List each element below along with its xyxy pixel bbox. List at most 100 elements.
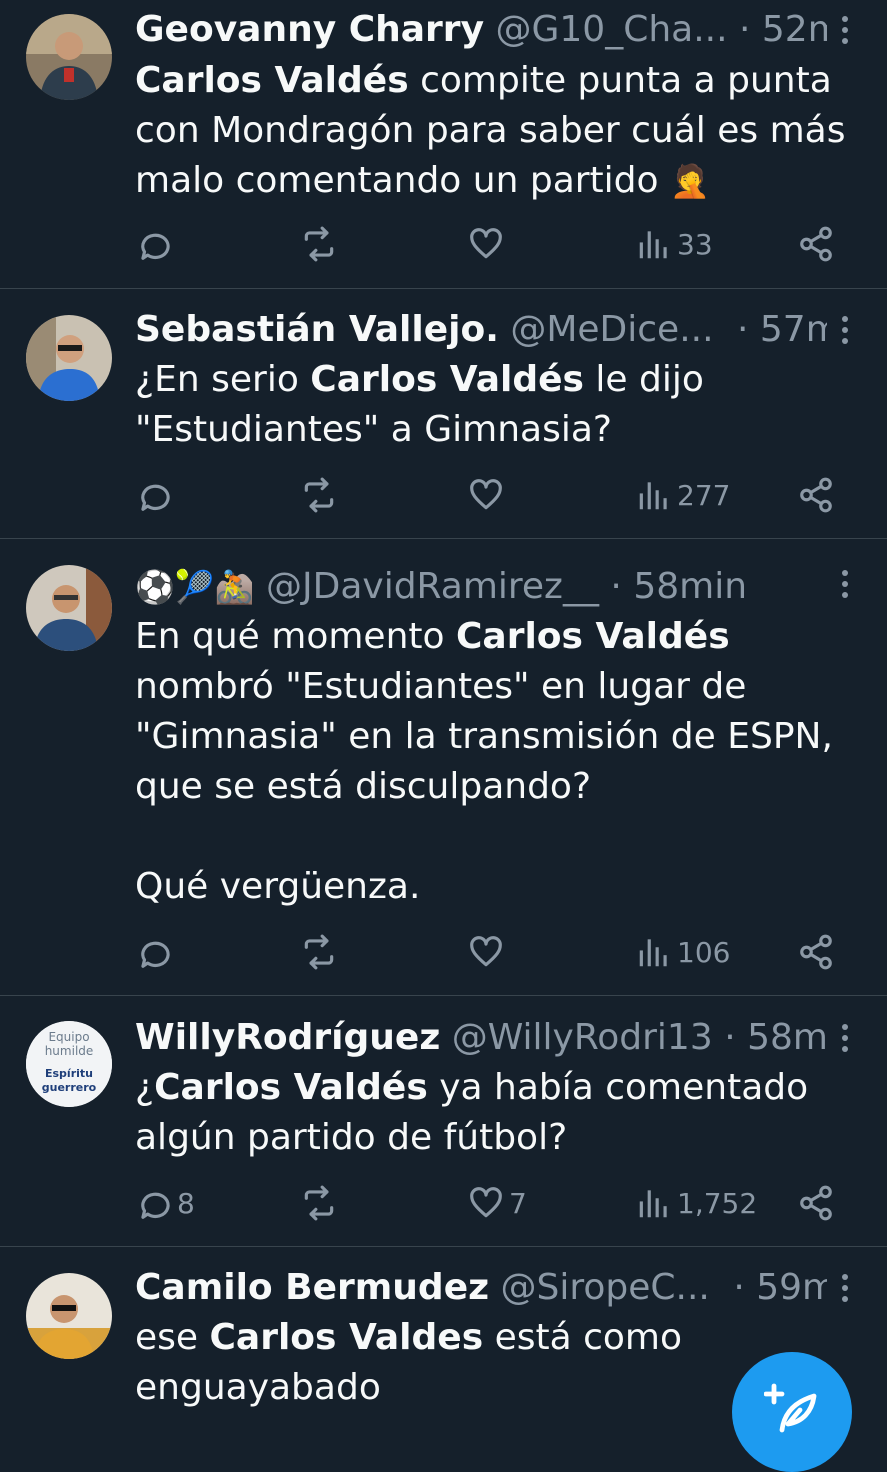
tweet-text: Carlos Valdés compite punta a punta con …	[135, 56, 865, 206]
timestamp[interactable]: 59min	[756, 1267, 827, 1308]
tweet[interactable]: ⚽🎾🚵 @JDavidRamirez__ · 58min En qué mome…	[0, 539, 887, 996]
timestamp[interactable]: 57min	[760, 309, 827, 350]
handle[interactable]: @JDavidRamirez__	[266, 566, 599, 607]
compose-icon	[763, 1352, 820, 1440]
separator: ·	[739, 9, 751, 50]
reply-count: 8	[177, 1186, 195, 1220]
views-button[interactable]: 33	[635, 224, 713, 264]
handle[interactable]: @MeDice...	[510, 309, 713, 350]
share-icon	[797, 225, 835, 263]
tweet-text-part: ¿	[135, 1067, 155, 1108]
avatar[interactable]	[26, 315, 112, 401]
tweet-text: ¿En serio Carlos Valdés le dijo "Estudia…	[135, 355, 865, 455]
tweet-text-part: Carlos Valdés	[154, 1067, 428, 1108]
share-icon	[797, 1184, 835, 1222]
avatar[interactable]	[26, 14, 112, 100]
avatar[interactable]	[26, 1273, 112, 1359]
tweet-header: Sebastián Vallejo. @MeDice... · 57min	[135, 306, 827, 354]
more-icon[interactable]	[833, 10, 857, 50]
reply-button[interactable]	[135, 475, 177, 515]
retweet-button[interactable]	[300, 932, 342, 972]
avatar[interactable]	[26, 565, 112, 651]
tweet-text: En qué momento Carlos Valdés nombró "Est…	[135, 612, 865, 912]
tweet-header: Camilo Bermudez @SiropeC... · 59min	[135, 1264, 827, 1312]
like-button[interactable]: 7	[467, 1183, 527, 1223]
retweet-button[interactable]	[300, 1183, 342, 1223]
views-icon	[635, 933, 673, 971]
like-button[interactable]	[467, 932, 509, 972]
display-name[interactable]: Camilo Bermudez	[135, 1267, 489, 1308]
tweet-actions: 33	[135, 224, 835, 264]
share-icon	[797, 933, 835, 971]
timestamp[interactable]: 58min	[747, 1017, 827, 1058]
retweet-button[interactable]	[300, 224, 342, 264]
reply-icon	[135, 933, 173, 971]
tweet-header: ⚽🎾🚵 @JDavidRamirez__ · 58min	[135, 563, 827, 611]
tweet-header: Geovanny Charry @G10_Cha... · 52min	[135, 6, 827, 54]
tweet-text-part: ¿En serio	[135, 359, 311, 400]
views-icon	[635, 1184, 673, 1222]
reply-icon	[135, 476, 173, 514]
retweet-icon	[300, 1184, 338, 1222]
views-button[interactable]: 277	[635, 475, 730, 515]
avatar[interactable]: Equipo humilde Espíritu guerrero	[26, 1021, 112, 1107]
heart-icon	[467, 933, 505, 971]
tweet-text: ¿Carlos Valdés ya había comentado algún …	[135, 1063, 865, 1163]
retweet-icon	[300, 225, 338, 263]
tweet-text-part: Carlos Valdés	[310, 359, 584, 400]
share-button[interactable]	[797, 475, 835, 515]
reply-button[interactable]: 8	[135, 1183, 195, 1223]
tweet-text-part: ese	[135, 1317, 210, 1358]
more-icon[interactable]	[833, 1018, 857, 1058]
views-count: 1,752	[677, 1186, 758, 1220]
more-icon[interactable]	[833, 564, 857, 604]
more-icon[interactable]	[833, 1268, 857, 1308]
separator: ·	[733, 1267, 745, 1308]
share-button[interactable]	[797, 1183, 835, 1223]
facepalm-emoji: 🤦	[670, 162, 710, 200]
handle[interactable]: @G10_Cha...	[495, 9, 727, 50]
tweet-text-part: nombró "Estudiantes" en lugar de "Gimnas…	[135, 666, 833, 907]
handle[interactable]: @WillyRodri13	[452, 1017, 713, 1058]
reply-button[interactable]	[135, 224, 177, 264]
tweet-text-part: Carlos Valdés	[455, 616, 730, 657]
retweet-button[interactable]	[300, 475, 342, 515]
like-button[interactable]	[467, 475, 509, 515]
avatar-text: guerrero	[42, 1081, 97, 1094]
like-count: 7	[509, 1186, 527, 1220]
like-button[interactable]	[467, 224, 509, 264]
display-name[interactable]: ⚽🎾🚵	[135, 568, 255, 606]
tweet[interactable]: Sebastián Vallejo. @MeDice... · 57min ¿E…	[0, 289, 887, 539]
reply-icon	[135, 225, 173, 263]
heart-icon	[467, 476, 505, 514]
tweet-text-part: En qué momento	[135, 616, 456, 657]
timestamp[interactable]: 58min	[633, 566, 747, 607]
display-name[interactable]: Sebastián Vallejo.	[135, 309, 499, 350]
views-button[interactable]: 106	[635, 932, 730, 972]
timestamp[interactable]: 52min	[762, 9, 827, 50]
tweet[interactable]: Geovanny Charry @G10_Cha... · 52min Carl…	[0, 0, 887, 289]
views-button[interactable]: 1,752	[635, 1183, 757, 1223]
separator: ·	[724, 1017, 736, 1058]
retweet-icon	[300, 476, 338, 514]
separator: ·	[610, 566, 622, 607]
tweet-text-part: Carlos Valdes	[209, 1317, 484, 1358]
tweet-actions: 277	[135, 475, 835, 515]
retweet-icon	[300, 933, 338, 971]
share-button[interactable]	[797, 224, 835, 264]
views-icon	[635, 225, 673, 263]
compose-button[interactable]	[732, 1352, 852, 1472]
share-icon	[797, 476, 835, 514]
tweet[interactable]: Equipo humilde Espíritu guerrero WillyRo…	[0, 996, 887, 1247]
views-count: 277	[677, 478, 731, 512]
display-name[interactable]: WillyRodríguez	[135, 1017, 440, 1058]
tweet-actions: 8 7 1,752	[135, 1183, 835, 1223]
more-icon[interactable]	[833, 310, 857, 350]
handle[interactable]: @SiropeC...	[501, 1267, 710, 1308]
heart-icon	[467, 1184, 505, 1222]
separator: ·	[736, 309, 749, 350]
reply-icon	[135, 1184, 173, 1222]
reply-button[interactable]	[135, 932, 177, 972]
display-name[interactable]: Geovanny Charry	[135, 9, 484, 50]
share-button[interactable]	[797, 932, 835, 972]
